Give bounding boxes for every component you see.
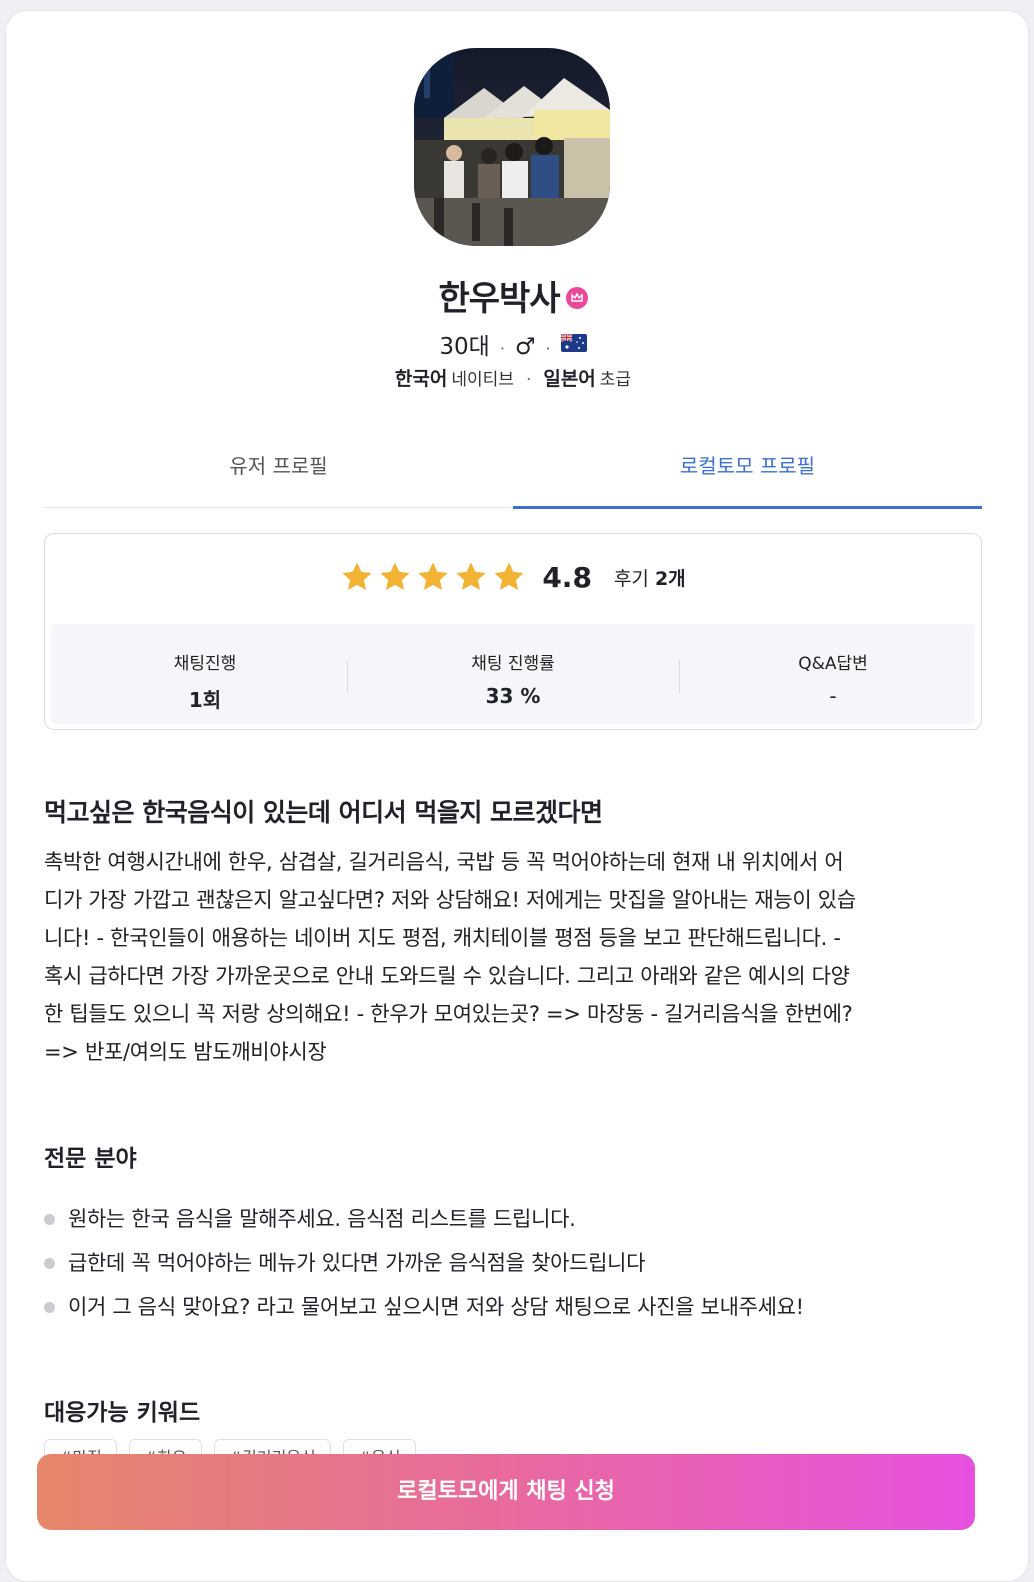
keywords-title: 대응가능 키워드 [44,1400,201,1426]
stat-value: 1회 [188,688,222,712]
star-icon [342,562,372,591]
intro-line: 디가 가장 가깝고 괜찮은지 알고싶다면? 저와 상담해요! 저에게는 맛집을 … [44,888,856,912]
language-level: 초급 [599,370,632,390]
stat-qa-answers: Q&A답변 - [683,624,983,724]
profile-languages: 한국어 네이티브 · 일본어 초급 [44,364,982,391]
star-icon [456,562,486,591]
divider [347,660,348,694]
star-icon [380,562,410,591]
intro-headline: 먹고싶은 한국음식이 있는데 어디서 먹을지 모르겠다면 [44,798,603,827]
review-count-value: 2개 [654,567,686,590]
language-name: 한국어 [394,368,448,390]
australia-flag-icon [560,332,587,358]
intro-line: 니다! - 한국인들이 애용하는 네이버 지도 평점, 캐치테이블 평점 등을 … [44,926,841,950]
star-icon [494,562,524,591]
intro-line: 혹시 급하다면 가장 가까운곳으로 안내 도와드릴 수 있습니다. 그리고 아래… [44,964,850,988]
stat-label: 채팅 진행률 [471,654,555,674]
avatar [414,48,610,246]
star-icon [418,562,448,591]
review-count[interactable]: 후기 2개 [614,564,686,591]
chat-request-button[interactable]: 로컬토모에게 채팅 신청 [37,1454,975,1530]
rating-row: 4.8 후기 2개 [45,560,981,600]
tab-localtomo-profile[interactable]: 로컬토모 프로필 [513,441,982,509]
language-level: 네이티브 [451,370,514,390]
list-item: 원하는 한국 음식을 말해주세요. 음식점 리스트를 드립니다. [44,1197,982,1241]
stat-box: 채팅진행 1회 채팅 진행률 33 % Q&A답변 - [51,624,975,724]
intro-line: 한 팁들도 있으니 꼭 저랑 상의해요! - 한우가 모여있는곳? => 마장동… [44,1002,853,1026]
list-item: 급한데 꼭 먹어야하는 메뉴가 있다면 가까운 음식점을 찾아드립니다 [44,1241,982,1285]
profile-name: 한우박사 [438,279,560,319]
review-label: 후기 [613,567,649,590]
crown-badge-icon [565,286,588,309]
stats-panel: 4.8 후기 2개 채팅진행 1회 채팅 진행률 33 % Q&A답변 - [44,533,982,730]
expertise-title: 전문 분야 [44,1146,137,1172]
intro-line: 촉박한 여행시간내에 한우, 삼겹살, 길거리음식, 국밥 등 꼭 먹어야하는데… [44,850,844,874]
list-item: 이거 그 음식 맞아요? 라고 물어보고 싶으시면 저와 상담 채팅으로 사진을… [44,1285,982,1329]
expertise-list: 원하는 한국 음식을 말해주세요. 음식점 리스트를 드립니다. 급한데 꼭 먹… [44,1197,982,1329]
male-icon: ♂ [514,334,536,360]
profile-card: 한우박사 30대 · ♂ · 한국어 네이티브 · 일본어 초급 유저 프로필 로컬토모 프로… [5,10,1029,1582]
age-label: 30대 [439,334,490,360]
intro-line: => 반포/여의도 밤도깨비야시장 [44,1040,327,1064]
stat-label: Q&A답변 [798,654,868,674]
profile-tabs: 유저 프로필 로컬토모 프로필 [44,441,982,509]
stat-label: 채팅진행 [173,654,237,674]
intro-body: 촉박한 여행시간내에 한우, 삼겹살, 길거리음식, 국밥 등 꼭 먹어야하는데… [44,843,982,1071]
stat-value: 33 % [485,684,541,708]
language-name: 일본어 [543,368,596,390]
avatar-photo [414,48,610,246]
stat-chat-count: 채팅진행 1회 [51,624,359,724]
tab-user-profile[interactable]: 유저 프로필 [44,441,513,507]
separator: · [499,339,505,358]
separator: · [525,370,532,390]
profile-meta: 30대 · ♂ · [44,327,982,361]
stat-chat-rate: 채팅 진행률 33 % [359,624,667,724]
stat-value: - [829,684,837,708]
separator: · [545,339,551,358]
profile-name-row: 한우박사 [44,271,982,320]
divider [679,660,680,694]
rating-score: 4.8 [542,560,592,594]
rating-stars [340,560,530,594]
